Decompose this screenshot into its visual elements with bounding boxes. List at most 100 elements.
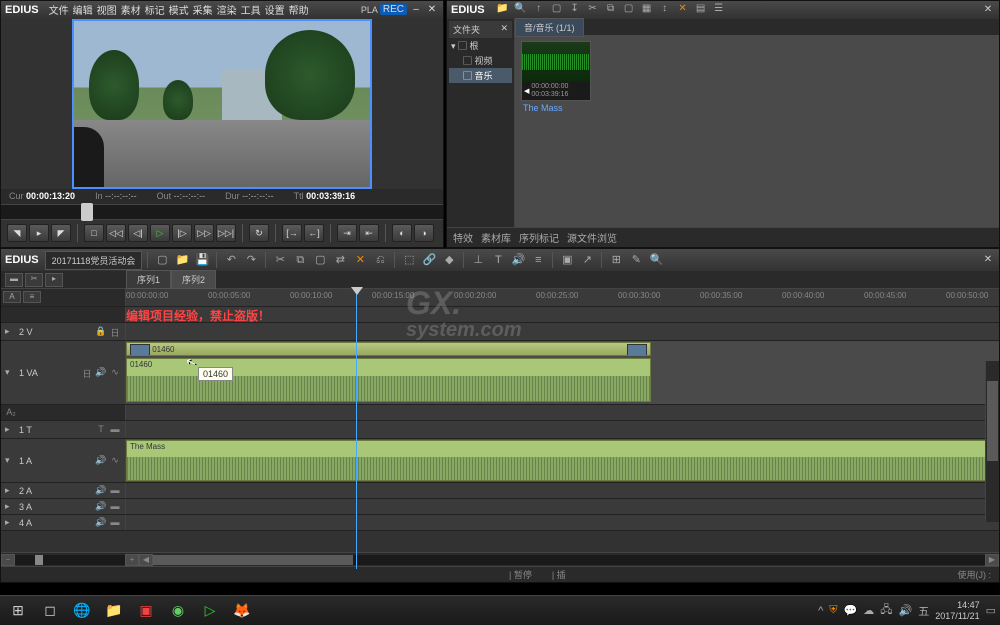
delete-icon[interactable]: ✕ bbox=[675, 3, 691, 17]
seq-tab-1[interactable]: 序列1 bbox=[126, 270, 171, 289]
folder-icon[interactable]: 📁 bbox=[495, 3, 511, 17]
scroll-left-button[interactable]: ◀ bbox=[139, 554, 153, 566]
rewind-button[interactable]: ◁◁ bbox=[106, 224, 126, 242]
export-icon[interactable]: ↗ bbox=[578, 252, 596, 268]
tree-item-video[interactable]: ▢ 视频 bbox=[449, 53, 512, 68]
speaker-icon[interactable]: 🔊 bbox=[95, 455, 107, 467]
menu-file[interactable]: 文件 bbox=[49, 2, 69, 17]
mark-b-button[interactable]: ▸ bbox=[29, 224, 49, 242]
v-scroll-thumb[interactable] bbox=[987, 381, 998, 461]
lock-icon[interactable]: 🔒 bbox=[95, 326, 107, 338]
overwrite-button[interactable]: ⇤ bbox=[359, 224, 379, 242]
menu-mode[interactable]: 模式 bbox=[169, 2, 189, 17]
set-in-button[interactable]: [→ bbox=[282, 224, 302, 242]
trim-icon[interactable]: ⊥ bbox=[469, 252, 487, 268]
title-icon[interactable]: T bbox=[489, 252, 507, 268]
timeline-ruler[interactable]: 00:00:00:00 00:00:05:00 00:00:10:00 00:0… bbox=[126, 289, 999, 306]
marker-icon[interactable]: ◆ bbox=[440, 252, 458, 268]
zoom-handle[interactable] bbox=[35, 555, 43, 565]
patch-a-button[interactable]: ✂ bbox=[25, 273, 43, 287]
mark-a-button[interactable]: ◥ bbox=[7, 224, 27, 242]
cut-icon[interactable]: ✂ bbox=[585, 3, 601, 17]
track-head-4a[interactable]: ▸4 A🔊▬ bbox=[1, 515, 126, 530]
tl-close-button[interactable]: ✕ bbox=[981, 254, 995, 266]
clip-thumbnail[interactable]: ◀ 00:00:00:00 00:03:39:16 bbox=[521, 41, 591, 101]
notifications-icon[interactable]: ▭ bbox=[986, 604, 996, 617]
zoom-icon[interactable]: 🔍 bbox=[647, 252, 665, 268]
app-red-icon[interactable]: ▣ bbox=[132, 599, 160, 623]
h-scroll-thumb[interactable] bbox=[153, 555, 353, 565]
zoom-slider[interactable] bbox=[15, 555, 125, 565]
track-lane-4a[interactable] bbox=[126, 515, 999, 530]
menu-help[interactable]: 帮助 bbox=[289, 2, 309, 17]
undo-icon[interactable]: ↶ bbox=[222, 252, 240, 268]
tray-audio-icon[interactable]: 🔊 bbox=[899, 604, 913, 617]
track-lane-3a[interactable] bbox=[126, 499, 999, 514]
track-lane-2a[interactable] bbox=[126, 483, 999, 498]
track-head-2a[interactable]: ▸2 A🔊▬ bbox=[1, 483, 126, 498]
ripple-icon[interactable]: ⇄ bbox=[331, 252, 349, 268]
app-globe-icon[interactable]: 🌐 bbox=[68, 599, 96, 623]
redo-icon[interactable]: ↷ bbox=[242, 252, 260, 268]
menu-tools[interactable]: 工具 bbox=[241, 2, 261, 17]
tray-shield-icon[interactable]: ⛨ bbox=[829, 604, 837, 617]
bin-tab-label[interactable]: 音/音乐 (1/1) bbox=[515, 18, 584, 37]
patch-a2-icon[interactable]: A₂ bbox=[5, 407, 17, 419]
title-track-icon[interactable]: T bbox=[95, 424, 107, 436]
menu-render[interactable]: 渲染 bbox=[217, 2, 237, 17]
video-clip[interactable]: 01460 bbox=[126, 342, 651, 356]
paste-icon[interactable]: ▢ bbox=[621, 3, 637, 17]
sort-icon[interactable]: ↕ bbox=[657, 3, 673, 17]
group-icon[interactable]: ⬚ bbox=[400, 252, 418, 268]
render-icon[interactable]: ▣ bbox=[558, 252, 576, 268]
vertical-scrollbar[interactable] bbox=[985, 361, 999, 522]
app-folder-icon[interactable]: 📁 bbox=[100, 599, 128, 623]
mode-b-button[interactable]: ≡ bbox=[23, 291, 41, 303]
track-head-1a[interactable]: ▾ 1 A 🔊∿ bbox=[1, 439, 126, 482]
tool-icon[interactable]: ✎ bbox=[627, 252, 645, 268]
clip-area[interactable]: ◀ 00:00:00:00 00:03:39:16 The Mass bbox=[515, 35, 999, 227]
mark-c-button[interactable]: ◤ bbox=[51, 224, 71, 242]
tl-delete-icon[interactable]: ✕ bbox=[351, 252, 369, 268]
tree-item-music[interactable]: ▢ 音乐 bbox=[449, 68, 512, 83]
tl-cut-icon[interactable]: ✂ bbox=[271, 252, 289, 268]
set-out-button[interactable]: ←] bbox=[304, 224, 324, 242]
tray-up-icon[interactable]: ^ bbox=[818, 605, 823, 617]
seq-tab-2[interactable]: 序列2 bbox=[171, 270, 216, 289]
tab-seq-markers[interactable]: 序列标记 bbox=[519, 230, 559, 245]
split-icon[interactable]: ⎌ bbox=[371, 252, 389, 268]
patch-v-button[interactable]: ▬ bbox=[5, 273, 23, 287]
collapse-icon[interactable]: ▾ bbox=[5, 367, 15, 378]
close-button[interactable]: ✕ bbox=[425, 4, 439, 16]
taskbar-clock[interactable]: 14:47 2017/11/21 bbox=[935, 600, 979, 622]
app-edius-icon[interactable]: ▷ bbox=[196, 599, 224, 623]
track-lane-1va[interactable]: 01460 01460 ↖ 01460 bbox=[126, 341, 999, 404]
track-head-3a[interactable]: ▸3 A🔊▬ bbox=[1, 499, 126, 514]
snap-icon[interactable]: ⊞ bbox=[607, 252, 625, 268]
step-fwd-button[interactable]: |▷ bbox=[172, 224, 192, 242]
stop-button[interactable]: □ bbox=[84, 224, 104, 242]
track-lane-2v[interactable] bbox=[126, 323, 999, 340]
patch-sync-button[interactable]: ▸ bbox=[45, 273, 63, 287]
scrub-bar[interactable] bbox=[1, 204, 443, 220]
track-head-1va[interactable]: ▾ 1 VA 日🔊∿ bbox=[1, 341, 126, 404]
speaker-icon[interactable]: 🔊 bbox=[95, 367, 107, 379]
audio-icon[interactable]: 🔊 bbox=[509, 252, 527, 268]
video-icon[interactable]: 日 bbox=[81, 367, 93, 379]
menu-clip[interactable]: 素材 bbox=[121, 2, 141, 17]
app-green-icon[interactable]: ◉ bbox=[164, 599, 192, 623]
scroll-right-button[interactable]: ▶ bbox=[985, 554, 999, 566]
menu-view[interactable]: 视图 bbox=[97, 2, 117, 17]
view-icon[interactable]: ▦ bbox=[639, 3, 655, 17]
tl-copy-icon[interactable]: ⧉ bbox=[291, 252, 309, 268]
step-back-button[interactable]: ◁| bbox=[128, 224, 148, 242]
up-icon[interactable]: ↑ bbox=[531, 3, 547, 17]
zoom-in-button[interactable]: + bbox=[125, 554, 139, 566]
music-clip[interactable]: The Mass bbox=[126, 440, 999, 481]
zoom-out-button[interactable]: − bbox=[1, 554, 15, 566]
mixer-icon[interactable]: ≡ bbox=[529, 252, 547, 268]
copy-icon[interactable]: ⧉ bbox=[603, 3, 619, 17]
h-scroll-track[interactable] bbox=[153, 555, 985, 565]
import-icon[interactable]: ↧ bbox=[567, 3, 583, 17]
new-folder-icon[interactable]: ▢ bbox=[549, 3, 565, 17]
